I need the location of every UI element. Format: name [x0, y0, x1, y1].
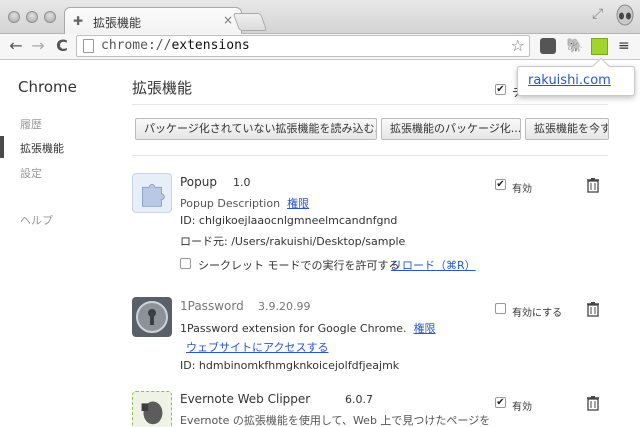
sidebar-active-indicator — [0, 136, 4, 158]
pocket-extension-icon[interactable] — [540, 38, 556, 54]
website-link[interactable]: ウェブサイトにアクセスする — [186, 339, 328, 355]
sidebar-title: Chrome — [18, 78, 77, 96]
enable-label: 有効 — [512, 184, 532, 195]
load-unpacked-button[interactable]: パッケージ化されていない拡張機能を読み込む... — [135, 118, 377, 140]
evernote-extension-icon[interactable]: 🐘 — [566, 38, 583, 54]
minimize-window-button[interactable] — [26, 11, 38, 23]
tab-title: 拡張機能 — [93, 16, 142, 30]
fullscreen-arrows-icon[interactable]: ⤢ — [592, 6, 610, 24]
address-bar[interactable]: chrome://extensions ☆ — [76, 35, 530, 57]
extension-description: Evernote の拡張機能を使用して、Web 上で見つけたページを — [180, 414, 491, 427]
forward-button[interactable]: → — [28, 36, 48, 56]
enable-label: 有効 — [512, 402, 532, 413]
bookmark-star-icon[interactable]: ☆ — [511, 36, 525, 55]
trash-icon[interactable] — [586, 395, 600, 411]
tab-close-icon[interactable]: × — [223, 13, 233, 27]
extension-description: Popup Description 権限 — [180, 197, 310, 210]
extension-id: ID: hdmbinomkfhmgknkoicejolfdfjeajmk — [180, 359, 400, 372]
incognito-checkbox[interactable] — [180, 258, 191, 269]
sidebar-item-extensions[interactable]: 拡張機能 — [20, 140, 64, 156]
popup-arrow — [592, 57, 610, 75]
menu-button[interactable]: ≡ — [618, 38, 634, 54]
incognito-label: シークレット モードでの実行を許可する — [198, 259, 400, 272]
page-icon — [83, 39, 94, 53]
extension-version: 3.9.20.99 — [258, 300, 311, 313]
1password-keyhole-icon — [132, 297, 172, 337]
extension-name: Evernote Web Clipper — [180, 392, 311, 406]
trash-icon[interactable] — [586, 177, 600, 193]
zoom-window-button[interactable] — [44, 11, 56, 23]
enable-checkbox[interactable]: ✔ — [495, 397, 506, 408]
page-title: 拡張機能 — [132, 79, 193, 97]
extension-name: 1Password — [180, 299, 244, 313]
evernote-elephant-icon — [132, 391, 172, 427]
extension-description: 1Password extension for Google Chrome. 権… — [180, 322, 436, 335]
enable-checkbox[interactable] — [495, 303, 506, 314]
sidebar-item-settings[interactable]: 設定 — [20, 165, 42, 181]
enable-checkbox[interactable]: ✔ — [495, 179, 506, 190]
tab-extensions[interactable]: ✚ 拡張機能 × — [64, 7, 242, 35]
close-window-button[interactable] — [8, 11, 20, 23]
sidebar-item-history[interactable]: 履歴 — [20, 116, 42, 132]
divider — [132, 155, 608, 156]
reload-link[interactable]: リロード（⌘R） — [391, 257, 476, 273]
sidebar-item-help[interactable]: ヘルプ — [20, 212, 53, 228]
extension-version: 6.0.7 — [345, 393, 373, 406]
back-button[interactable]: ← — [6, 36, 26, 56]
trash-icon[interactable] — [586, 301, 600, 317]
developer-mode-checkbox[interactable]: ✔ — [495, 84, 506, 95]
extension-id: ID: chlgikoejlaaocnlgmneelmcandnfgnd — [180, 214, 398, 227]
new-tab-button[interactable] — [232, 13, 268, 31]
extension-load-path: ロード元: /Users/rakuishi/Desktop/sample — [180, 235, 406, 248]
divider — [132, 104, 608, 105]
update-now-button[interactable]: 拡張機能を今すぐ — [525, 118, 609, 140]
enable-label: 有効にする — [512, 308, 563, 319]
extension-name: Popup — [180, 175, 217, 189]
popup-link[interactable]: rakuishi.com — [528, 73, 611, 88]
permissions-link[interactable]: 権限 — [287, 197, 309, 210]
title-bar: ✚ 拡張機能 × ⤢ — [0, 0, 640, 35]
reload-button[interactable]: C — [52, 36, 72, 56]
green-extension-icon[interactable] — [591, 38, 608, 55]
pack-extension-button[interactable]: 拡張機能のパッケージ化... — [381, 118, 521, 140]
permissions-link[interactable]: 権限 — [414, 322, 436, 335]
extension-version: 1.0 — [233, 176, 251, 189]
url-text: chrome://extensions — [101, 38, 250, 53]
toolbar: ← → C chrome://extensions ☆ 🐘 ≡ — [0, 34, 640, 60]
puzzle-icon: ✚ — [73, 14, 84, 28]
extension-popup: rakuishi.com — [517, 57, 635, 96]
alien-profile-icon[interactable] — [614, 4, 636, 30]
puzzle-piece-icon — [132, 173, 172, 213]
